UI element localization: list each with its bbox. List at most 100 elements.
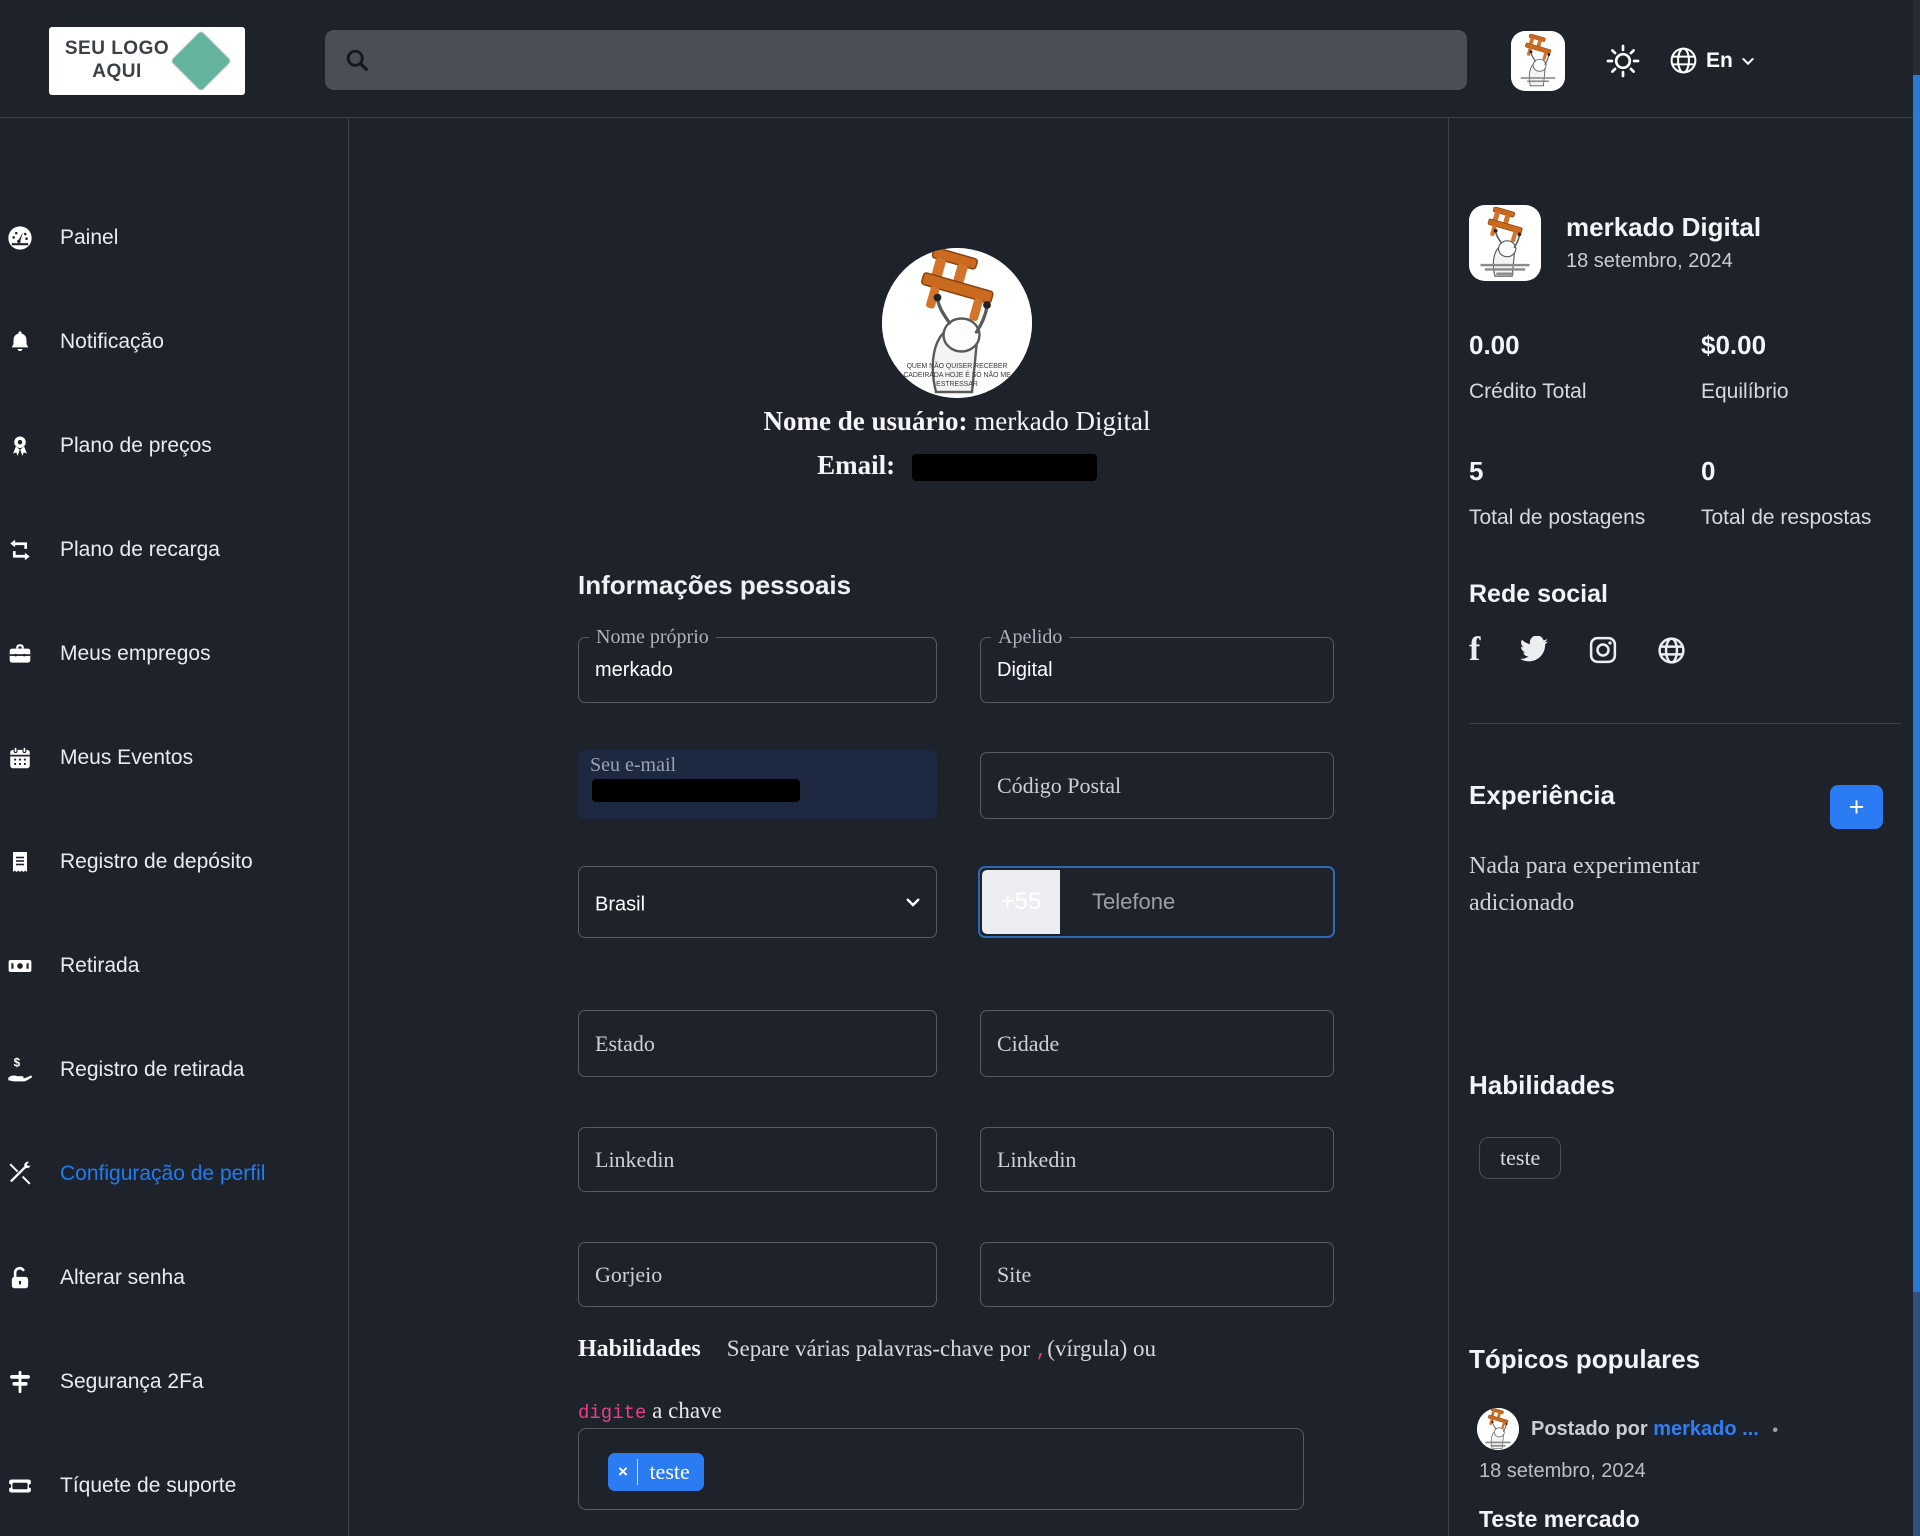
linkedin-field-1[interactable]: Linkedin [578, 1127, 937, 1192]
bell-icon [4, 328, 36, 356]
topic-author-link[interactable]: merkado ... [1653, 1418, 1759, 1440]
phone-field[interactable]: +55 Telefone [978, 866, 1335, 938]
instagram-icon[interactable] [1588, 635, 1618, 665]
last-name-field[interactable]: Apelido [980, 637, 1334, 703]
sliders-icon [4, 1368, 36, 1396]
social-title: Rede social [1469, 580, 1608, 609]
sidebar-item-registro-de-deposito[interactable]: Registro de depósito [0, 842, 349, 882]
sidebar-item-painel[interactable]: Painel [0, 218, 349, 258]
search-bar[interactable] [325, 30, 1467, 90]
postal-code-field[interactable]: Código Postal [980, 752, 1334, 819]
website-placeholder: Site [997, 1262, 1031, 1288]
first-name-input[interactable] [579, 638, 936, 702]
skill-tag-label: teste [649, 1459, 689, 1485]
sidebar-item-label: Registro de depósito [60, 850, 253, 874]
sidebar-item-meus-eventos[interactable]: Meus Eventos [0, 738, 349, 778]
posted-by-text: Postado por [1531, 1418, 1648, 1440]
sidebar-item-configuracao-de-perfil[interactable]: Configuração de perfil [0, 1154, 349, 1194]
username-value: merkado Digital [974, 406, 1150, 436]
website-field[interactable]: Site [980, 1242, 1334, 1307]
avatar-caption-line2: CADEIRADA HOJE É SÓ NÃO ME [903, 370, 1011, 379]
panel-skills-title: Habilidades [1469, 1070, 1615, 1101]
header-user-avatar[interactable] [1511, 31, 1565, 91]
last-name-input[interactable] [981, 638, 1333, 702]
banknote-icon [4, 953, 36, 979]
hand-dollar-icon: $ [4, 1056, 36, 1084]
chip-divider [637, 1459, 639, 1485]
logo-diamond-icon [170, 30, 232, 92]
sidebar-item-label: Meus empregos [60, 642, 211, 666]
social-icons-row: f [1469, 633, 1687, 667]
email-field-label: Seu e-mail [590, 754, 676, 777]
experience-empty-text: Nada para experimentar adicionado [1469, 848, 1809, 922]
sidebar-item-notificacao[interactable]: Notificação [0, 322, 349, 362]
sidebar-item-meus-empregos[interactable]: Meus empregos [0, 634, 349, 674]
sidebar-item-retirada[interactable]: Retirada [0, 946, 349, 986]
remove-tag-icon[interactable]: × [618, 1462, 628, 1482]
sidebar-item-label: Segurança 2Fa [60, 1370, 204, 1394]
email-label: Email: [817, 450, 895, 480]
sidebar-item-label: Notificação [60, 330, 164, 354]
personal-info-title: Informações pessoais [578, 570, 851, 601]
skills-hint-tail: a chave [652, 1398, 722, 1423]
panel-user-name: merkado Digital [1566, 212, 1761, 243]
stat-balance-value: $0.00 [1701, 330, 1766, 361]
skills-hint-comma: , [1036, 1340, 1047, 1362]
facebook-icon[interactable]: f [1469, 633, 1480, 667]
sidebar-item-alterar-senha[interactable]: Alterar senha [0, 1258, 349, 1298]
panel-avatar[interactable] [1469, 205, 1541, 281]
sidebar-item-seguranca-2fa[interactable]: Segurança 2Fa [0, 1362, 349, 1402]
sidebar-item-registro-de-retirada[interactable]: $ Registro de retirada [0, 1050, 349, 1090]
ticket-icon [4, 1473, 36, 1499]
sidebar-item-label: Tíquete de suporte [60, 1474, 236, 1498]
chevron-down-icon [904, 893, 922, 911]
repeat-icon [4, 537, 36, 563]
sidebar-item-plano-de-precos[interactable]: Plano de preços [0, 426, 349, 466]
state-placeholder: Estado [595, 1031, 655, 1057]
stat-posts-label: Total de postagens [1469, 506, 1645, 530]
panel-join-date: 18 setembro, 2024 [1566, 250, 1733, 273]
twitter-field[interactable]: Gorjeio [578, 1242, 937, 1307]
twitter-icon[interactable] [1518, 636, 1550, 664]
first-name-field[interactable]: Nome próprio [578, 637, 937, 703]
stat-credit-label: Crédito Total [1469, 380, 1587, 404]
skills-hint-line1: Habilidades Separe várias palavras-chave … [578, 1336, 1338, 1363]
sidebar-item-label: Plano de recarga [60, 538, 220, 562]
skills-hint-before: Separe várias palavras-chave por [727, 1336, 1030, 1361]
country-select[interactable]: Brasil [578, 866, 937, 938]
redacted-email [912, 454, 1097, 481]
site-logo[interactable]: SEU LOGO AQUI [49, 27, 245, 95]
receipt-icon [4, 848, 36, 876]
profile-avatar[interactable]: QUEM NÃO QUISER RECEBER CADEIRADA HOJE É… [882, 248, 1032, 398]
country-value: Brasil [595, 893, 645, 916]
sidebar-item-tiquete-de-suporte[interactable]: Tíquete de suporte [0, 1466, 349, 1506]
scrollbar-tail [1913, 1292, 1920, 1536]
linkedin-placeholder-2: Linkedin [997, 1147, 1076, 1173]
theme-toggle-sun-icon[interactable] [1604, 42, 1642, 80]
linkedin-field-2[interactable]: Linkedin [980, 1127, 1334, 1192]
experience-title: Experiência [1469, 780, 1615, 811]
state-field[interactable]: Estado [578, 1010, 937, 1077]
globe-icon[interactable] [1656, 635, 1687, 666]
right-profile-panel: merkado Digital 18 setembro, 2024 0.00 C… [1448, 118, 1913, 1536]
skills-label: Habilidades [578, 1336, 701, 1362]
topic-author-avatar[interactable] [1477, 1408, 1519, 1450]
language-selector[interactable]: En [1668, 45, 1756, 76]
sidebar-item-label: Plano de preços [60, 434, 212, 458]
email-field[interactable]: Seu e-mail [578, 750, 937, 819]
scrollbar-thumb[interactable] [1913, 75, 1920, 1292]
medal-icon [4, 432, 36, 460]
scrollbar-track[interactable] [1913, 0, 1920, 1536]
skills-tag-input[interactable]: × teste [578, 1428, 1304, 1510]
city-field[interactable]: Cidade [980, 1010, 1334, 1077]
add-experience-button[interactable]: + [1830, 785, 1883, 829]
calendar-icon [4, 744, 36, 772]
tools-icon [4, 1160, 36, 1188]
topic-date: 18 setembro, 2024 [1479, 1460, 1646, 1483]
twitter-placeholder: Gorjeio [595, 1262, 662, 1288]
sidebar-item-label: Retirada [60, 954, 139, 978]
search-input[interactable] [383, 49, 1433, 72]
sidebar-item-plano-de-recarga[interactable]: Plano de recarga [0, 530, 349, 570]
panel-skill-chip[interactable]: teste [1479, 1137, 1561, 1179]
popular-topics-title: Tópicos populares [1469, 1344, 1700, 1375]
